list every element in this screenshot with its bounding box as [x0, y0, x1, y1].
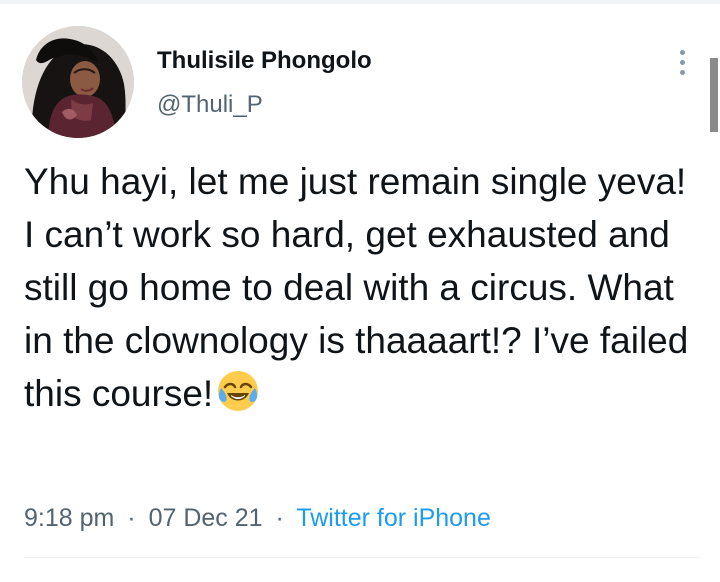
avatar[interactable] [22, 26, 134, 138]
more-options-button[interactable] [670, 44, 694, 80]
more-vertical-icon-dot-3 [679, 69, 685, 75]
divider [24, 557, 700, 558]
meta-separator-2: · [275, 504, 284, 532]
handle[interactable]: @Thuli_P [157, 90, 263, 120]
more-vertical-icon [679, 49, 685, 55]
meta-separator: · [127, 504, 136, 532]
tweet-source[interactable]: Twitter for iPhone [296, 504, 491, 532]
tweet-text-body: Yhu hayi, let me just remain single yeva… [24, 161, 689, 414]
top-border [0, 0, 720, 4]
tweet-date[interactable]: 07 Dec 21 [149, 504, 263, 532]
tweet-time[interactable]: 9:18 pm [24, 504, 114, 532]
more-vertical-icon-dot-2 [679, 59, 685, 65]
face-with-tears-of-joy-icon [215, 368, 261, 414]
tweet-meta: 9:18 pm · 07 Dec 21 · Twitter for iPhone [24, 502, 491, 534]
scrollbar[interactable] [710, 58, 718, 132]
tweet-text: Yhu hayi, let me just remain single yeva… [24, 155, 704, 420]
display-name[interactable]: Thulisile Phongolo [157, 46, 372, 76]
